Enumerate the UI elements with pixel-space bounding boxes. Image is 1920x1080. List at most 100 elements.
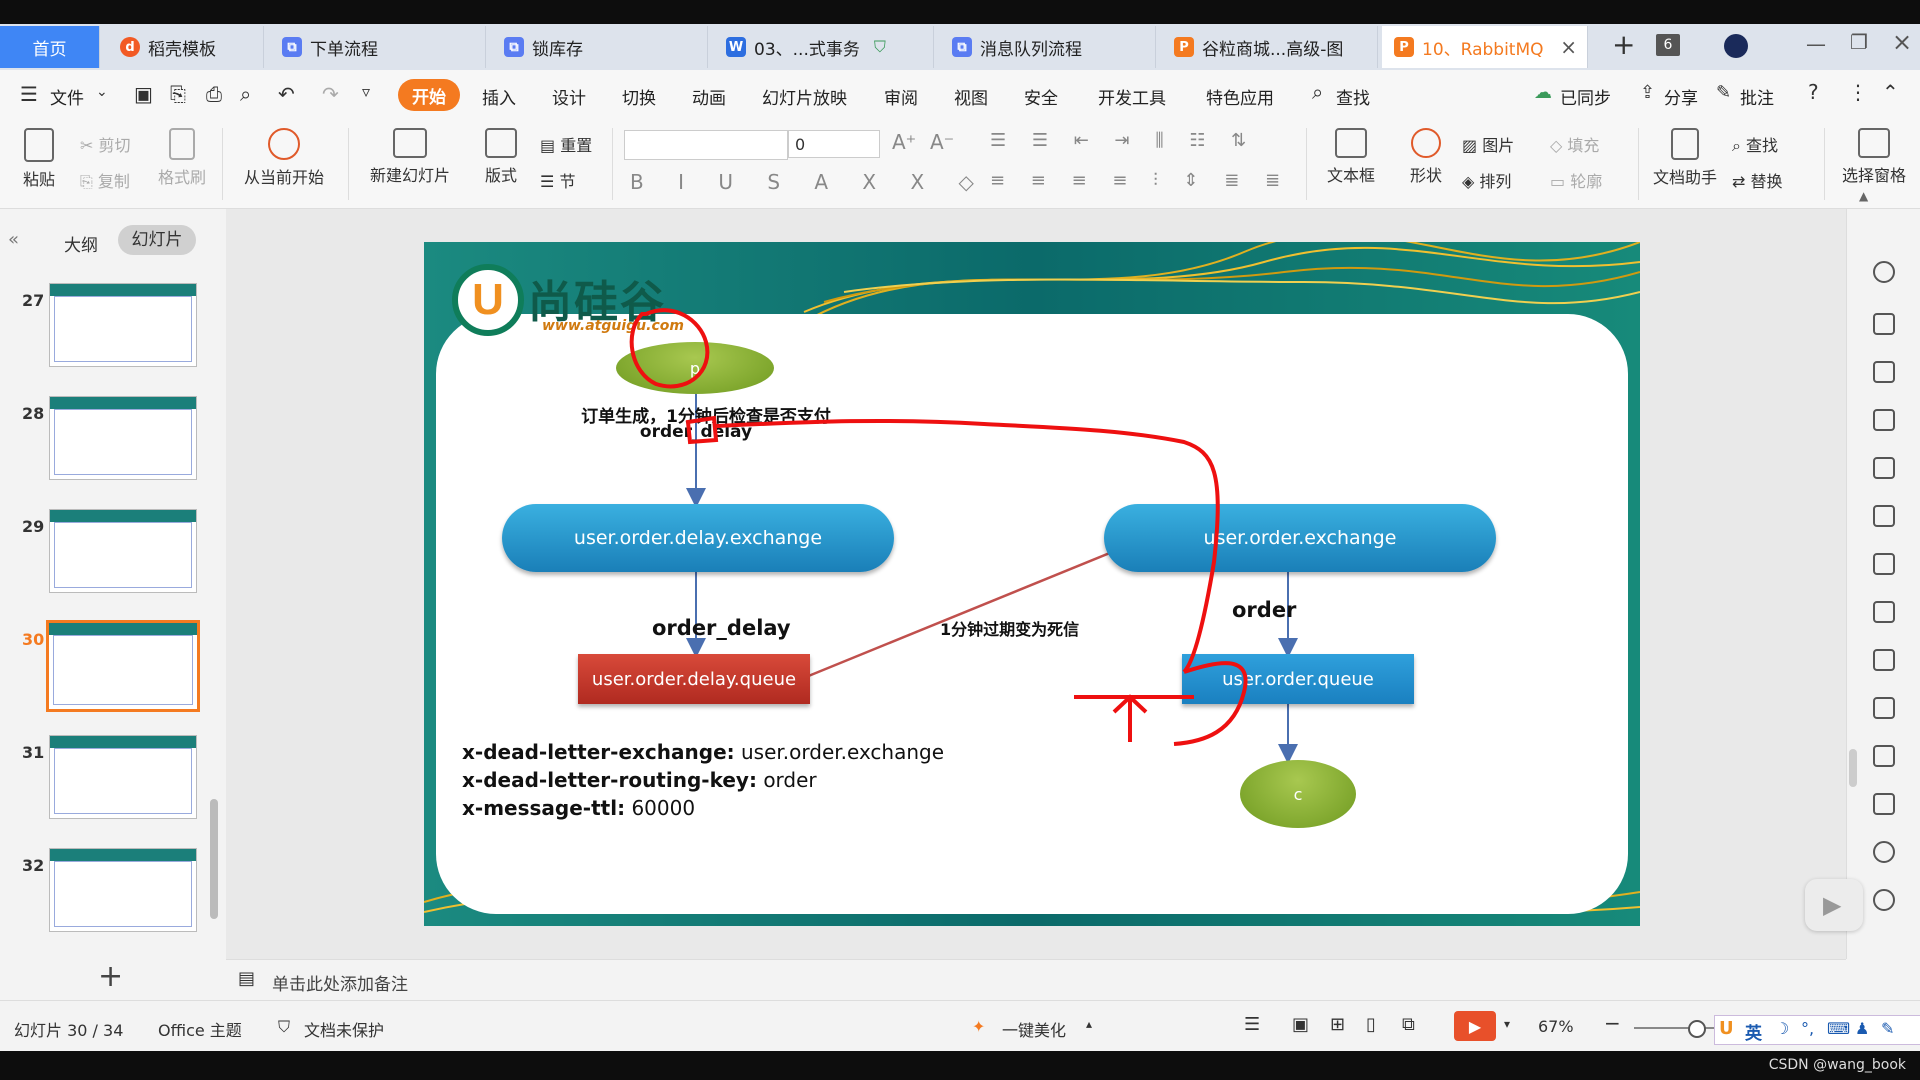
chart-icon[interactable] bbox=[1873, 553, 1895, 575]
sync-status[interactable]: 已同步 bbox=[1560, 84, 1611, 109]
share-button[interactable]: 分享 bbox=[1664, 84, 1698, 109]
new-tab-icon[interactable]: + bbox=[1612, 28, 1635, 61]
more-icon[interactable]: ⋮ bbox=[1848, 80, 1868, 104]
sorter-view-icon[interactable]: ⊞ bbox=[1330, 1014, 1345, 1035]
security-icon[interactable] bbox=[1873, 889, 1895, 911]
audio-icon[interactable] bbox=[1873, 841, 1895, 863]
search-icon[interactable]: ⌕ bbox=[1312, 80, 1323, 104]
zoom-slider-thumb[interactable] bbox=[1688, 1020, 1706, 1038]
tab-lock-stock[interactable]: ⧉ 锁库存 bbox=[492, 26, 708, 68]
outline-button[interactable]: ▭ 轮廓 bbox=[1550, 168, 1602, 192]
print-preview-icon[interactable]: ⌕ bbox=[240, 82, 251, 106]
notes-placeholder[interactable]: 单击此处添加备注 bbox=[272, 970, 408, 995]
chevron-up-icon[interactable]: ▴ bbox=[1086, 1017, 1092, 1031]
normal-view-icon[interactable]: ▣ bbox=[1292, 1014, 1309, 1035]
textbox-button[interactable]: 文本框 bbox=[1316, 128, 1386, 186]
export-icon[interactable]: ⎘ bbox=[170, 82, 186, 106]
menu-devtools[interactable]: 开发工具 bbox=[1098, 84, 1166, 109]
moon-icon[interactable]: ☽ bbox=[1775, 1019, 1789, 1038]
slide-thumbnail-selected[interactable] bbox=[46, 620, 200, 712]
tools-icon[interactable]: ✎ bbox=[1881, 1019, 1894, 1038]
reading-view-icon[interactable]: ▯ bbox=[1366, 1014, 1376, 1035]
find-button[interactable]: ⌕ 查找 bbox=[1732, 132, 1778, 156]
slide-thumbnail[interactable] bbox=[49, 848, 197, 932]
tab-order-flow[interactable]: ⧉ 下单流程 bbox=[270, 26, 486, 68]
paragraph-icons-top[interactable]: ☰ ☰ ⇤ ⇥ ⫼ ☷ ⇅ bbox=[990, 130, 1256, 151]
user-icon[interactable]: ♟ bbox=[1855, 1019, 1869, 1038]
paragraph-icons-bottom[interactable]: ≡ ≡ ≡ ≡ ⫶ ⇕ ≣ ≣ bbox=[990, 170, 1290, 191]
menu-transition[interactable]: 切换 bbox=[622, 84, 656, 109]
tab-docer-templates[interactable]: d 稻壳模板 bbox=[108, 26, 264, 68]
tab-outline[interactable]: 大纲 bbox=[64, 231, 98, 256]
zoom-level[interactable]: 67% bbox=[1538, 1017, 1574, 1036]
punctuation-icon[interactable]: °, bbox=[1801, 1019, 1814, 1038]
present-view-icon[interactable]: ⧉ bbox=[1402, 1014, 1415, 1035]
share-icon[interactable] bbox=[1873, 697, 1895, 719]
menu-features[interactable]: 特色应用 bbox=[1206, 84, 1274, 109]
settings-icon[interactable] bbox=[1873, 601, 1895, 623]
font-size-select[interactable]: 0 bbox=[788, 130, 880, 158]
close-window-icon[interactable]: × bbox=[1892, 28, 1912, 56]
keyboard-icon[interactable]: ⌨ bbox=[1827, 1019, 1850, 1038]
grow-font-icon[interactable]: A⁺ bbox=[892, 130, 916, 154]
hamburger-icon[interactable]: ☰ bbox=[20, 82, 38, 106]
chevron-down-icon[interactable]: ⌄ bbox=[96, 84, 108, 100]
section-button[interactable]: ☰ 节 bbox=[540, 168, 575, 192]
menu-view[interactable]: 视图 bbox=[954, 84, 988, 109]
play-slideshow-button[interactable]: ▶ bbox=[1454, 1011, 1496, 1041]
tab-gulimall[interactable]: P 谷粒商城...高级-图 bbox=[1162, 26, 1378, 68]
zoom-out-icon[interactable]: − bbox=[1604, 1011, 1621, 1035]
save-icon[interactable]: ▣ bbox=[134, 82, 153, 106]
menu-animation[interactable]: 动画 bbox=[692, 84, 726, 109]
ime-toolbar[interactable]: U 英 ☽ °, ⌨ ♟ ✎ bbox=[1714, 1015, 1920, 1045]
help-icon[interactable]: ? bbox=[1808, 80, 1819, 104]
chevron-down-icon[interactable]: ▾ bbox=[1504, 1017, 1510, 1031]
box-icon[interactable] bbox=[1873, 745, 1895, 767]
layout-button[interactable]: 版式 bbox=[476, 128, 526, 186]
restore-icon[interactable]: ❐ bbox=[1850, 30, 1868, 54]
notes-bar[interactable]: ▤ 单击此处添加备注 bbox=[226, 959, 1846, 1000]
undo-icon[interactable]: ↶ bbox=[278, 82, 295, 106]
add-slide-icon[interactable]: + bbox=[98, 959, 123, 994]
tab-mq-flow[interactable]: ⧉ 消息队列流程 bbox=[940, 26, 1156, 68]
template-icon[interactable] bbox=[1873, 649, 1895, 671]
video-play-overlay[interactable]: ▶ bbox=[1805, 879, 1863, 931]
menu-design[interactable]: 设计 bbox=[552, 84, 586, 109]
effects-icon[interactable] bbox=[1873, 409, 1895, 431]
slide-thumbnail[interactable] bbox=[49, 735, 197, 819]
slide-thumbnail[interactable] bbox=[49, 509, 197, 593]
collapse-ribbon-icon[interactable]: ⌃ bbox=[1882, 80, 1899, 104]
menu-security[interactable]: 安全 bbox=[1024, 84, 1058, 109]
tab-count-badge[interactable]: 6 bbox=[1656, 34, 1680, 56]
avatar[interactable] bbox=[1724, 34, 1748, 58]
tab-slides[interactable]: 幻灯片 bbox=[118, 225, 196, 255]
play-from-current-button[interactable]: 从当前开始 bbox=[232, 128, 336, 188]
font-family-select[interactable] bbox=[624, 130, 788, 160]
shape-button[interactable]: 形状 bbox=[1398, 128, 1454, 186]
transform-icon[interactable] bbox=[1873, 313, 1895, 335]
paste-button[interactable]: 粘贴 bbox=[14, 128, 64, 190]
shapes-icon[interactable] bbox=[1873, 361, 1895, 383]
text-format-icons[interactable]: B I U S A X X ◇ bbox=[630, 170, 988, 194]
comment-button[interactable]: 批注 bbox=[1740, 84, 1774, 109]
menu-file[interactable]: 文件 bbox=[50, 84, 84, 109]
tab-home[interactable]: 首页 bbox=[0, 26, 100, 68]
redo-icon[interactable]: ↷ bbox=[322, 82, 339, 106]
menu-search[interactable]: 查找 bbox=[1336, 84, 1370, 109]
fill-button[interactable]: ◇ 填充 bbox=[1550, 132, 1599, 156]
replace-button[interactable]: ⇄ 替换 bbox=[1732, 168, 1783, 192]
table-icon[interactable] bbox=[1873, 457, 1895, 479]
select-pane-button[interactable]: 选择窗格 bbox=[1834, 128, 1914, 186]
customize-icon[interactable]: ▿ bbox=[362, 82, 370, 101]
tab-transaction-doc[interactable]: W 03、...式事务 ⛉ bbox=[714, 26, 934, 68]
minimize-icon[interactable]: — bbox=[1806, 32, 1826, 56]
tab-rabbitmq[interactable]: P 10、RabbitMQ × bbox=[1382, 26, 1588, 68]
picture-button[interactable]: ▨ 图片 bbox=[1462, 132, 1514, 156]
theme-name[interactable]: Office 主题 bbox=[158, 1017, 242, 1041]
canvas-scrollbar[interactable] bbox=[1849, 749, 1857, 787]
new-slide-button[interactable]: 新建幻灯片 bbox=[360, 128, 460, 186]
shrink-font-icon[interactable]: A⁻ bbox=[930, 130, 954, 154]
scroll-up-icon[interactable]: ▲ bbox=[1859, 189, 1868, 203]
cut-button[interactable]: ✂ 剪切 bbox=[80, 132, 131, 156]
image-icon[interactable] bbox=[1873, 793, 1895, 815]
